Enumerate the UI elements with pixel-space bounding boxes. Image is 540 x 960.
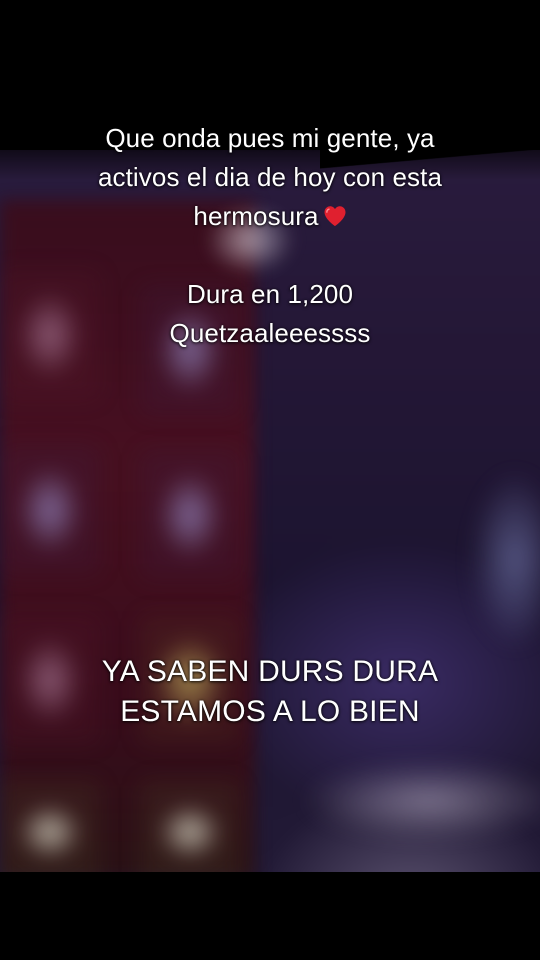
blurred-item-tile [140,450,240,580]
bottom-letterbox [0,872,540,960]
blurred-light [300,760,540,840]
caption-line: ESTAMOS A LO BIEN [120,695,420,728]
caption-text: hermosura [193,201,319,231]
caption-line-with-heart: hermosura [20,197,520,236]
red-heart-icon [324,206,346,226]
bottom-caption: YA SABEN DURS DURA ESTAMOS A LO BIEN [20,652,520,732]
blurred-item-tile [0,445,100,575]
caption-line: activos el dia de hoy con esta [97,162,443,192]
blurred-light [470,470,540,650]
caption-line: YA SABEN DURS DURA [101,655,439,688]
video-frame: Que onda pues mi gente, ya activos el di… [0,0,540,960]
caption-line: Dura en 1,200 [186,279,354,309]
caption-line: Quetzaaleeessss [169,318,371,348]
top-caption: Que onda pues mi gente, ya activos el di… [20,119,520,353]
caption-line: Que onda pues mi gente, ya [105,123,435,153]
